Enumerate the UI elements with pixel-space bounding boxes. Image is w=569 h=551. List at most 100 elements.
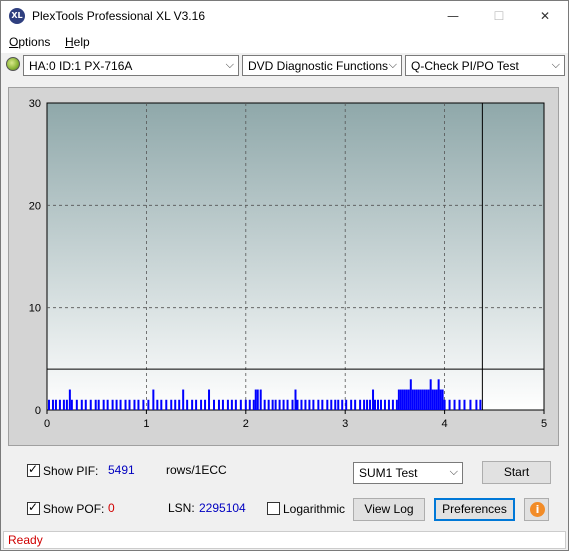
- app-window: XL PlexTools Professional XL V3.16 — ☐ ✕…: [0, 0, 569, 551]
- chevron-down-icon: ⌵: [449, 465, 458, 478]
- data-bar: [200, 399, 203, 410]
- data-bar: [124, 399, 127, 410]
- info-icon: i: [530, 502, 545, 517]
- data-bar: [304, 399, 307, 410]
- window-title: PlexTools Professional XL V3.16: [32, 9, 205, 23]
- status-text: Ready: [8, 533, 43, 547]
- data-bar: [226, 399, 229, 410]
- function-select[interactable]: DVD Diagnostic Functions ⌵: [242, 55, 402, 76]
- test-select-value: Q-Check PI/PO Test: [411, 59, 519, 73]
- toolbar: HA:0 ID:1 PX-716A ⌵ DVD Diagnostic Funct…: [1, 53, 568, 80]
- x-tick-label: 5: [541, 418, 547, 430]
- x-tick-label: 4: [442, 418, 448, 430]
- view-log-button[interactable]: View Log: [353, 498, 425, 521]
- data-bar: [435, 389, 438, 410]
- lsn-value: 2295104: [199, 501, 246, 515]
- data-bar: [334, 399, 337, 410]
- data-bar: [51, 399, 54, 410]
- sum-test-select[interactable]: SUM1 Test ⌵: [353, 462, 463, 484]
- data-bar: [363, 399, 366, 410]
- data-bar: [259, 389, 262, 410]
- data-bar: [128, 399, 131, 410]
- data-bar: [413, 389, 416, 410]
- data-bar: [431, 389, 434, 410]
- data-bar: [65, 399, 68, 410]
- data-bar: [383, 399, 386, 410]
- data-bar: [165, 399, 168, 410]
- menu-help[interactable]: Help: [65, 35, 90, 49]
- data-bar: [433, 389, 436, 410]
- data-bar: [152, 389, 155, 410]
- data-bar: [147, 399, 150, 410]
- data-bar: [354, 399, 357, 410]
- data-bar: [212, 399, 215, 410]
- data-bar: [350, 399, 353, 410]
- drive-select-value: HA:0 ID:1 PX-716A: [29, 59, 133, 73]
- data-bar: [239, 399, 242, 410]
- sum-test-value: SUM1 Test: [359, 466, 418, 480]
- close-button[interactable]: ✕: [522, 1, 568, 31]
- data-bar: [423, 389, 426, 410]
- logarithmic-checkbox[interactable]: [267, 502, 280, 515]
- preferences-button[interactable]: Preferences: [434, 498, 515, 521]
- data-bar: [80, 399, 83, 410]
- data-bar: [62, 399, 65, 410]
- menu-options[interactable]: Options: [9, 35, 50, 49]
- menu-bar: Options Help: [1, 31, 568, 53]
- maximize-button[interactable]: ☐: [476, 1, 522, 31]
- data-bar: [429, 379, 432, 410]
- data-bar: [415, 389, 418, 410]
- data-bar: [294, 389, 297, 410]
- data-bar: [439, 389, 442, 410]
- data-bar: [274, 399, 277, 410]
- test-select[interactable]: Q-Check PI/PO Test ⌵: [405, 55, 565, 76]
- data-bar: [133, 399, 136, 410]
- data-bar: [391, 399, 394, 410]
- data-bar: [252, 399, 255, 410]
- data-bar: [401, 389, 404, 410]
- data-bar: [102, 399, 105, 410]
- data-bar: [267, 399, 270, 410]
- data-bar: [437, 379, 440, 410]
- data-bar: [244, 399, 247, 410]
- data-bar: [387, 399, 390, 410]
- data-bar: [458, 399, 461, 410]
- data-bar: [417, 389, 420, 410]
- show-pof-label: Show POF:: [43, 502, 105, 516]
- data-bar: [204, 399, 207, 410]
- plot-area: [46, 102, 545, 411]
- function-select-value: DVD Diagnostic Functions: [248, 59, 389, 73]
- start-button[interactable]: Start: [482, 461, 551, 484]
- data-bar: [115, 399, 118, 410]
- chevron-down-icon: ⌵: [388, 58, 397, 71]
- data-bar: [263, 399, 266, 410]
- data-bar: [170, 399, 173, 410]
- show-pif-checkbox[interactable]: [27, 462, 40, 477]
- data-bar: [217, 399, 220, 410]
- status-bar: Ready: [3, 531, 566, 549]
- data-bar: [421, 389, 424, 410]
- data-bar: [427, 389, 430, 410]
- data-bar: [397, 389, 400, 410]
- data-bar: [341, 399, 344, 410]
- data-bar: [453, 399, 456, 410]
- rows-label: rows/1ECC: [166, 463, 227, 477]
- data-bar: [366, 399, 369, 410]
- y-tick-label: 30: [29, 98, 41, 110]
- data-bar: [58, 399, 61, 410]
- data-bar: [469, 399, 472, 410]
- info-button[interactable]: i: [524, 498, 549, 521]
- data-bar: [208, 389, 211, 410]
- data-bar: [70, 399, 73, 410]
- data-bar: [191, 399, 194, 410]
- chevron-down-icon: ⌵: [225, 58, 234, 71]
- drive-select[interactable]: HA:0 ID:1 PX-716A ⌵: [23, 55, 239, 76]
- data-bar: [174, 399, 177, 410]
- x-axis: 0 1 2 3 4 5: [44, 410, 547, 430]
- data-bar: [419, 389, 422, 410]
- data-bar: [403, 389, 406, 410]
- show-pof-checkbox[interactable]: [27, 500, 40, 515]
- data-bar: [407, 389, 410, 410]
- x-tick-label: 0: [44, 418, 50, 430]
- minimize-button[interactable]: —: [430, 1, 476, 31]
